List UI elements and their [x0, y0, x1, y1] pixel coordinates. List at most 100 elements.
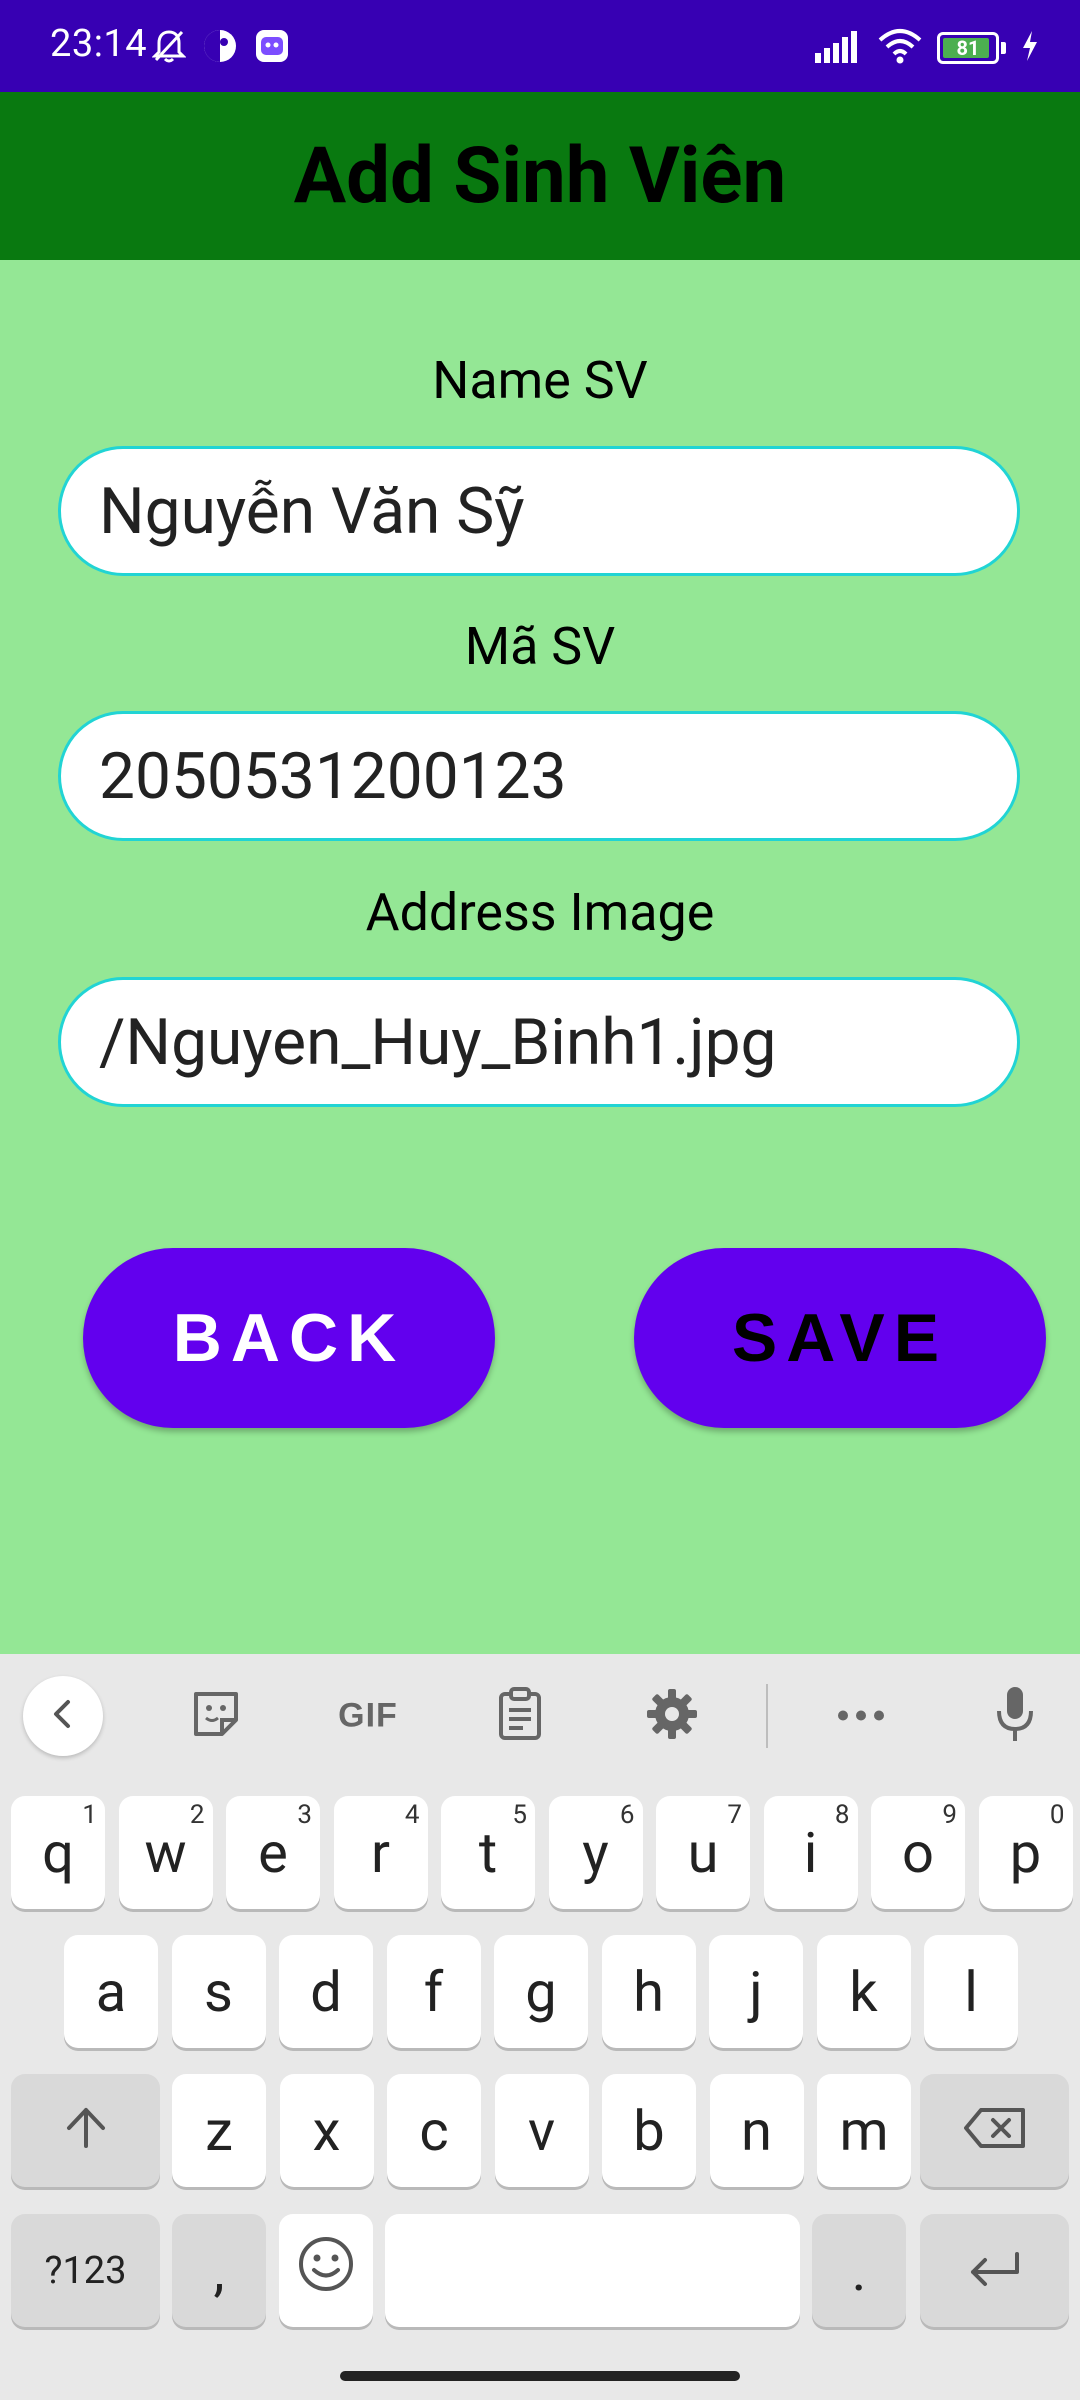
- key-r[interactable]: r4: [333, 1796, 428, 1909]
- back-button[interactable]: BACK: [83, 1248, 495, 1428]
- student-id-label: Mã SV: [464, 616, 616, 677]
- key-v[interactable]: v: [494, 2074, 589, 2187]
- key-b[interactable]: b: [602, 2074, 696, 2187]
- sticker-button[interactable]: [190, 1688, 242, 1744]
- space-key[interactable]: [385, 2214, 800, 2327]
- key-label: r: [371, 1819, 390, 1886]
- key-label: o: [902, 1819, 934, 1886]
- key-label: i: [803, 1819, 818, 1886]
- charging-icon: [1020, 29, 1040, 67]
- enter-icon: [965, 2238, 1025, 2304]
- key-label: t: [478, 1819, 498, 1886]
- key-hint: 5: [512, 1800, 527, 1830]
- sticker-icon: [190, 1688, 242, 1744]
- image-address-label: Address Image: [365, 882, 715, 943]
- signal-icon: [813, 29, 863, 67]
- smiley-icon: [297, 2235, 355, 2307]
- key-w[interactable]: w2: [118, 1796, 213, 1909]
- key-g[interactable]: g: [494, 1935, 588, 2048]
- key-label: e: [258, 1819, 288, 1886]
- key-y[interactable]: y6: [548, 1796, 643, 1909]
- emoji-key[interactable]: [279, 2214, 373, 2327]
- clipboard-button[interactable]: [497, 1686, 543, 1746]
- name-input[interactable]: [58, 446, 1020, 576]
- key-label: w: [144, 1819, 187, 1886]
- key-n[interactable]: n: [709, 2074, 804, 2187]
- app-notif2-icon: [254, 28, 290, 68]
- key-label: k: [849, 1958, 878, 2025]
- keyboard-back-button[interactable]: [23, 1676, 103, 1756]
- key-k[interactable]: k: [816, 1935, 911, 2048]
- more-icon: [837, 1707, 885, 1726]
- enter-key[interactable]: [920, 2214, 1069, 2327]
- key-label: q: [42, 1819, 74, 1886]
- save-button[interactable]: SAVE: [634, 1248, 1046, 1428]
- key-s[interactable]: s: [171, 1935, 266, 2048]
- key-label: c: [419, 2097, 449, 2164]
- key-label: x: [312, 2097, 341, 2164]
- key-f[interactable]: f: [386, 1935, 481, 2048]
- key-hint: 9: [942, 1800, 957, 1830]
- settings-button[interactable]: [645, 1687, 699, 1745]
- image-address-input[interactable]: [58, 977, 1020, 1107]
- gear-icon: [645, 1687, 699, 1745]
- key-m[interactable]: m: [817, 2074, 911, 2187]
- key-label: y: [582, 1819, 609, 1886]
- bell-off-icon: [151, 28, 187, 68]
- status-icons-right: 81: [813, 28, 1040, 68]
- more-button[interactable]: [837, 1707, 885, 1726]
- key-hint: 1: [82, 1800, 97, 1830]
- key-label: g: [525, 1958, 557, 2025]
- key-label: f: [423, 1958, 444, 2025]
- key-z[interactable]: z: [172, 2074, 266, 2187]
- status-bar: 23:14 81: [0, 0, 1080, 92]
- page-title: Add Sinh Viên: [293, 130, 787, 222]
- key-q[interactable]: q1: [11, 1796, 105, 1909]
- key-label: z: [205, 2097, 233, 2164]
- wifi-icon: [877, 28, 923, 68]
- key-i[interactable]: i8: [763, 1796, 858, 1909]
- gesture-nav-handle[interactable]: [340, 2371, 740, 2381]
- key-o[interactable]: o9: [871, 1796, 965, 1909]
- status-icons-left: [151, 28, 290, 68]
- gif-button[interactable]: GIF: [338, 1697, 398, 1736]
- backspace-icon: [963, 2098, 1027, 2164]
- status-time: 23:14: [50, 22, 148, 66]
- key-u[interactable]: u7: [656, 1796, 750, 1909]
- symbols-key[interactable]: ?123: [11, 2214, 160, 2327]
- gif-label: GIF: [338, 1696, 398, 1735]
- toolbar-divider: [766, 1684, 768, 1748]
- voice-input-button[interactable]: [995, 1685, 1035, 1747]
- key-t[interactable]: t5: [441, 1796, 535, 1909]
- key-j[interactable]: j: [709, 1935, 803, 2048]
- key-hint: 0: [1049, 1800, 1065, 1830]
- key-label: v: [527, 2097, 556, 2164]
- key-d[interactable]: d: [279, 1935, 373, 2048]
- student-id-input[interactable]: [58, 711, 1020, 841]
- comma-label: ,: [213, 2237, 225, 2304]
- backspace-key[interactable]: [920, 2074, 1069, 2187]
- key-label: j: [749, 1958, 763, 2025]
- shift-key[interactable]: [11, 2074, 160, 2187]
- comma-key[interactable]: ,: [172, 2214, 266, 2327]
- key-c[interactable]: c: [387, 2074, 481, 2187]
- period-label: .: [851, 2237, 867, 2304]
- key-p[interactable]: p0: [978, 1796, 1073, 1909]
- key-a[interactable]: a: [64, 1935, 158, 2048]
- shift-arrow-icon: [63, 2098, 109, 2164]
- key-e[interactable]: e3: [226, 1796, 320, 1909]
- key-hint: 8: [834, 1800, 850, 1830]
- app-bar: Add Sinh Viên: [0, 92, 1080, 260]
- key-l[interactable]: l: [924, 1935, 1018, 2048]
- key-label: n: [741, 2097, 772, 2164]
- key-label: u: [687, 1819, 719, 1886]
- key-x[interactable]: x: [279, 2074, 374, 2187]
- period-key[interactable]: .: [812, 2214, 906, 2327]
- key-hint: 3: [297, 1800, 312, 1830]
- key-h[interactable]: h: [601, 1935, 696, 2048]
- name-label: Name SV: [432, 350, 648, 411]
- keyboard-toolbar: GIF: [0, 1654, 1080, 1778]
- key-hint: 2: [189, 1800, 205, 1830]
- key-hint: 6: [619, 1800, 635, 1830]
- soft-keyboard: GIF ?123 , . q 1 w 2 e 3 r 4 t 5 y 6 u 7…: [0, 1654, 1080, 2400]
